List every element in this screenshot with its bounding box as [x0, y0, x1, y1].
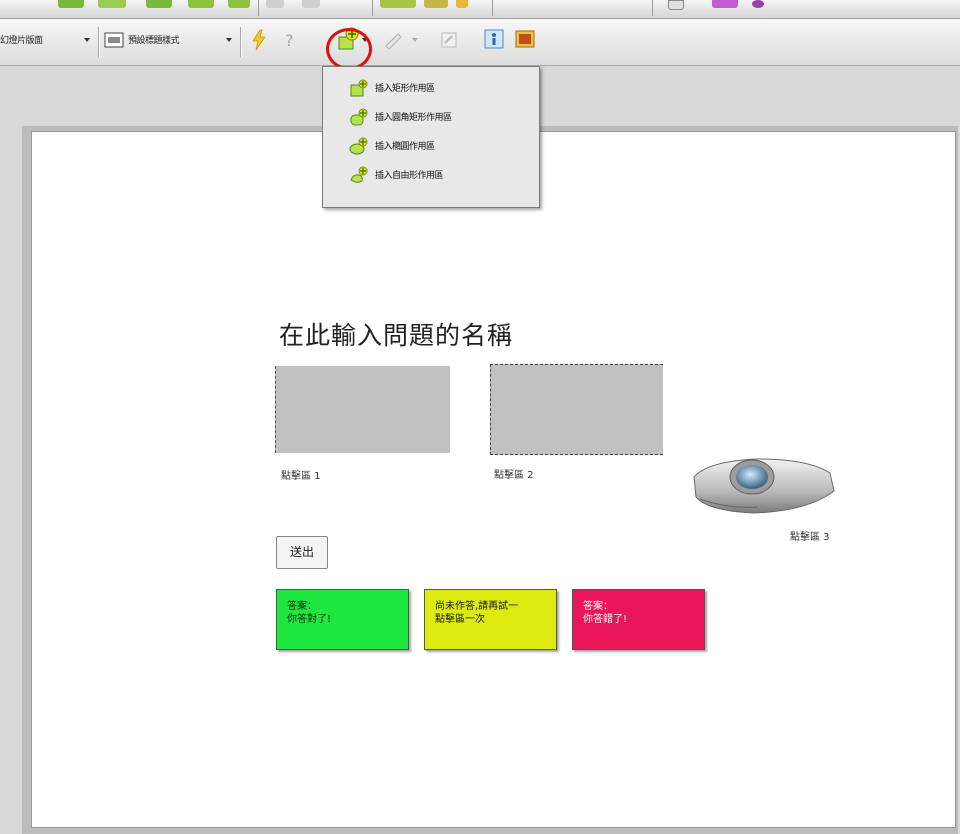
chevron-down-icon[interactable] — [84, 38, 90, 42]
tool-icon[interactable] — [380, 0, 416, 8]
incorrect-feedback-line2: 你答錯了! — [583, 614, 628, 625]
lightning-icon[interactable] — [251, 29, 267, 51]
main-toolbar: 幻燈片版面 預設標題樣式 ? — [0, 19, 960, 66]
slide-layout-dropdown[interactable]: 幻燈片版面 — [0, 33, 43, 46]
disabled-icon — [266, 0, 284, 8]
question-icon[interactable]: ? — [284, 29, 298, 51]
correct-feedback-line1: 答案： — [287, 601, 317, 612]
top-toolbar — [0, 0, 960, 19]
info-icon[interactable] — [484, 29, 504, 49]
hotspot-3-caption: 點擊區 3 — [790, 532, 830, 543]
add-icon[interactable] — [188, 0, 214, 8]
chevron-down-icon — [412, 38, 418, 42]
slide-title[interactable]: 在此輸入問題的名稱 — [279, 316, 513, 352]
menu-item-label: 插入橢圓作用區 — [375, 142, 435, 152]
chevron-down-icon[interactable] — [226, 38, 232, 42]
incomplete-feedback-line1: 尚未作答,請再試一 — [435, 601, 519, 612]
incorrect-feedback-box[interactable]: 答案： 你答錯了! — [572, 589, 705, 650]
disabled-icon — [302, 0, 320, 8]
menu-item-freeform-hotspot[interactable]: 插入自由形作用區 — [349, 164, 539, 184]
incorrect-feedback-line1: 答案： — [583, 601, 613, 612]
add-slide-icon[interactable] — [98, 0, 126, 8]
hotspot-1[interactable] — [275, 366, 450, 453]
checkbox-icon[interactable] — [668, 0, 684, 10]
tool-icon[interactable] — [456, 0, 468, 8]
edit-icon — [441, 32, 457, 48]
incomplete-feedback-box[interactable]: 尚未作答,請再試一 點擊區一次 — [424, 589, 557, 650]
add-icon[interactable] — [146, 0, 172, 8]
projector-image[interactable] — [688, 447, 838, 527]
menu-item-rounded-hotspot[interactable]: 插入圓角矩形作用區 — [349, 106, 539, 126]
media-icon[interactable] — [712, 0, 738, 8]
add-icon[interactable] — [228, 0, 250, 8]
correct-feedback-box[interactable]: 答案： 你答對了! — [276, 589, 409, 650]
pen-icon — [385, 33, 402, 50]
record-icon[interactable] — [752, 0, 764, 8]
menu-item-ellipse-hotspot[interactable]: 插入橢圓作用區 — [349, 135, 539, 155]
menu-item-label: 插入矩形作用區 — [375, 84, 435, 94]
menu-item-rectangle-hotspot[interactable]: 插入矩形作用區 — [349, 77, 539, 97]
film-icon[interactable] — [515, 29, 535, 49]
add-icon[interactable] — [58, 0, 84, 8]
incomplete-feedback-line2: 點擊區一次 — [435, 614, 485, 625]
hotspot-2[interactable] — [490, 364, 663, 455]
text-style-dropdown[interactable]: 預設標題樣式 — [128, 33, 180, 46]
menu-item-label: 插入自由形作用區 — [375, 171, 444, 181]
hotspot-insert-menu: 插入矩形作用區 插入圓角矩形作用區 插入橢圓作用區 插入自由形作用區 — [322, 66, 540, 208]
rounded-hotspot-icon — [350, 108, 368, 126]
freeform-hotspot-icon — [350, 166, 368, 183]
tool-icon[interactable] — [424, 0, 448, 8]
ellipse-hotspot-icon — [349, 137, 368, 155]
correct-feedback-line2: 你答對了! — [287, 614, 332, 625]
hotspot-1-caption: 點擊區 1 — [281, 471, 321, 482]
rectangle-hotspot-icon — [350, 79, 368, 97]
submit-button[interactable]: 送出 — [276, 536, 328, 569]
menu-item-label: 插入圓角矩形作用區 — [375, 113, 452, 123]
hotspot-2-caption: 點擊區 2 — [494, 470, 534, 481]
highlight-circle — [326, 28, 372, 70]
svg-text:?: ? — [285, 31, 294, 50]
text-style-icon[interactable] — [104, 32, 124, 48]
